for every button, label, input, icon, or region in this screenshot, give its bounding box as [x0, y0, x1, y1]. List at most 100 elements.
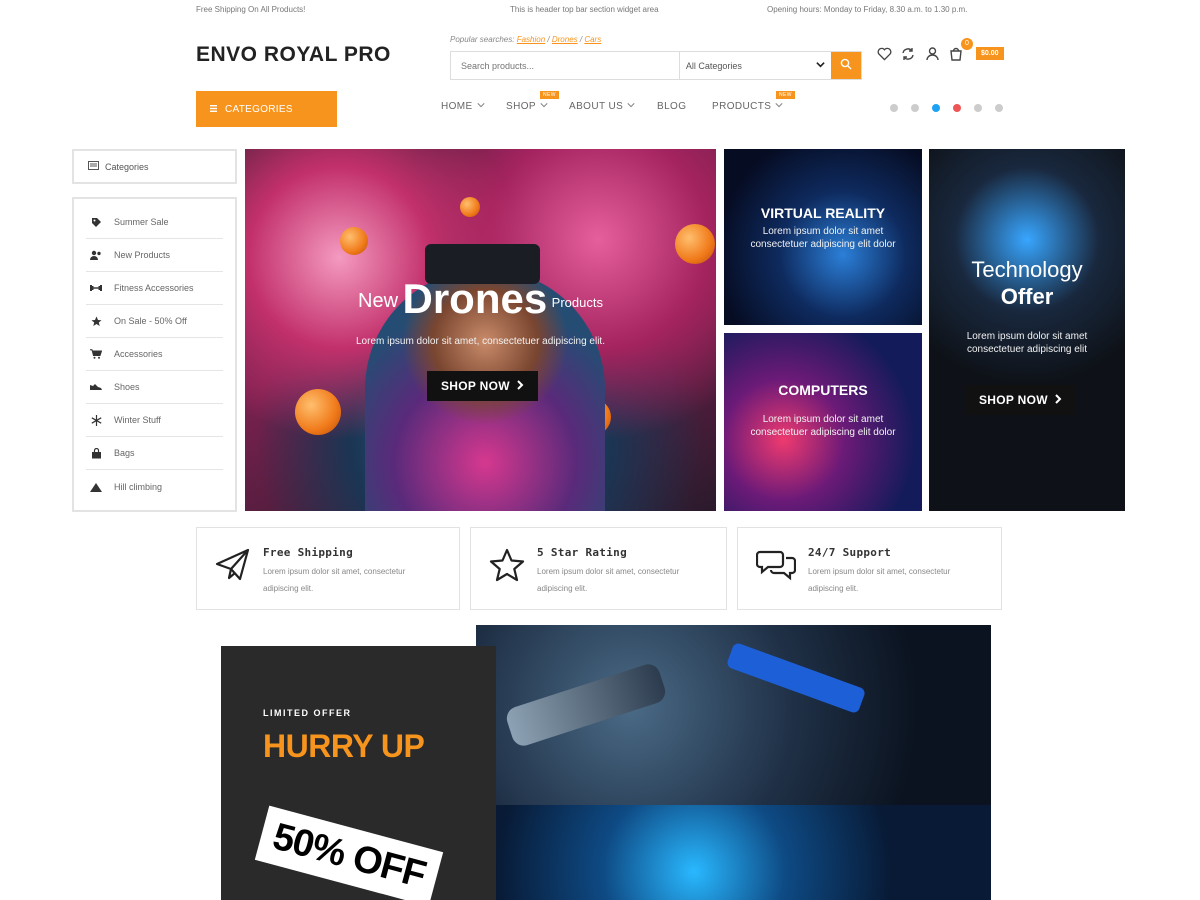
site-logo[interactable]: ENVO ROYAL PRO — [196, 43, 391, 67]
categories-button-label: CATEGORIES — [225, 103, 293, 115]
hero-shop-now-wrap: SHOP NOW — [427, 371, 538, 401]
feature-text: Lorem ipsum dolor sit amet, consectetur … — [537, 567, 680, 593]
nav-item-blog[interactable]: BLOG — [657, 101, 686, 112]
feature-5-star-rating: 5 Star Rating Lorem ipsum dolor sit amet… — [470, 527, 727, 610]
hurry-up-title: HURRY UP — [263, 728, 425, 764]
search-button[interactable] — [831, 52, 861, 79]
nav-item-products[interactable]: PRODUCTS NEW — [712, 91, 795, 112]
youtube-icon[interactable] — [953, 104, 961, 112]
nav-item-shop[interactable]: SHOP NEW — [506, 91, 559, 112]
dumbbell-icon — [90, 283, 102, 293]
users-icon — [90, 250, 102, 260]
sidebar-item-bags[interactable]: Bags — [86, 437, 223, 470]
sidebar-item-winter-stuff[interactable]: Winter Stuff — [86, 404, 223, 437]
sidebar-item-summer-sale[interactable]: Summer Sale — [86, 206, 223, 239]
tech-subtitle: Offer — [1000, 284, 1054, 309]
popular-link-cars[interactable]: Cars — [584, 35, 601, 44]
sidebar-header: Categories — [72, 149, 237, 184]
top-bar: Free Shipping On All Products! This is h… — [0, 0, 1200, 20]
popular-searches: Popular searches: Fashion / Drones / Car… — [450, 35, 602, 44]
shop-now-label: SHOP NOW — [979, 393, 1048, 407]
popular-link-drones[interactable]: Drones — [552, 35, 578, 44]
feature-title: Free Shipping — [263, 546, 353, 559]
cart-icon — [90, 349, 102, 359]
computers-promo-card[interactable]: COMPUTERS Lorem ipsum dolor sit amet con… — [724, 333, 922, 511]
chevron-right-icon — [1054, 393, 1062, 407]
decorative-orb — [340, 227, 368, 255]
categories-button[interactable]: CATEGORIES — [196, 91, 337, 127]
instagram-icon[interactable] — [974, 104, 982, 112]
sidebar-item-label: Hill climbing — [114, 481, 163, 492]
computers-text: Lorem ipsum dolor sit amet consectetuer … — [750, 414, 896, 438]
hero-banner[interactable]: New Drones Products Lorem ipsum dolor si… — [245, 149, 716, 511]
nav-item-label: PRODUCTS — [712, 101, 772, 112]
topbar-center-text: This is header top bar section widget ar… — [510, 5, 659, 14]
snowflake-icon — [90, 414, 102, 426]
chat-icon — [755, 548, 797, 587]
twitter-icon[interactable] — [932, 104, 940, 112]
sidebar-item-label: Accessories — [114, 349, 163, 359]
tech-promo-image-lower — [496, 805, 991, 900]
vr-title: VIRTUAL REALITY — [760, 205, 886, 221]
sidebar-item-on-sale[interactable]: On Sale - 50% Off — [86, 305, 223, 338]
chevron-down-icon — [627, 101, 635, 112]
sidebar-item-new-products[interactable]: New Products — [86, 239, 223, 272]
cart-total[interactable]: $0.00 — [976, 47, 1004, 60]
device-image — [725, 641, 867, 715]
sidebar-title: Categories — [105, 161, 149, 172]
header-icons — [876, 44, 964, 64]
device-image — [503, 661, 669, 749]
discount-badge: 50% OFF — [254, 805, 444, 900]
user-icon[interactable] — [924, 46, 940, 62]
technology-offer-card[interactable]: Technology Offer Lorem ipsum dolor sit a… — [929, 149, 1125, 511]
pinterest-icon[interactable] — [911, 104, 919, 112]
cart-icon[interactable] — [948, 46, 964, 62]
nav-item-label: HOME — [441, 101, 473, 112]
vr-text: Lorem ipsum dolor sit amet consectetuer … — [750, 226, 896, 250]
paper-plane-icon — [215, 548, 251, 587]
cart-count-badge: 0 — [961, 38, 973, 50]
sidebar-item-label: Fitness Accessories — [114, 283, 194, 293]
sidebar-item-label: Winter Stuff — [114, 415, 161, 425]
topbar-left-text: Free Shipping On All Products! — [196, 5, 306, 14]
shop-now-label: SHOP NOW — [441, 379, 510, 393]
tech-shop-now-button[interactable]: SHOP NOW — [965, 385, 1076, 415]
search-bar: All Categories — [450, 51, 862, 80]
linkedin-icon[interactable] — [995, 104, 1003, 112]
sidebar-category-list: Summer Sale New Products Fitness Accesso… — [72, 197, 237, 512]
hero-shop-now-button[interactable]: SHOP NOW — [427, 371, 538, 401]
chevron-down-icon — [816, 60, 825, 71]
decorative-orb — [675, 224, 715, 264]
popular-link-fashion[interactable]: Fashion — [517, 35, 545, 44]
chevron-down-icon — [477, 101, 485, 112]
hero-post-title: Products — [551, 295, 603, 310]
nav-item-home[interactable]: HOME — [441, 101, 485, 112]
popular-label: Popular searches: — [450, 35, 515, 44]
feature-text: Lorem ipsum dolor sit amet, consectetur … — [808, 567, 951, 593]
nav-item-label: BLOG — [657, 101, 687, 112]
chevron-down-icon — [540, 101, 548, 112]
list-icon — [88, 161, 99, 172]
sidebar-item-shoes[interactable]: Shoes — [86, 371, 223, 404]
feature-24-7-support: 24/7 Support Lorem ipsum dolor sit amet,… — [737, 527, 1002, 610]
sidebar-item-label: Summer Sale — [114, 217, 169, 227]
decorative-orb — [295, 389, 341, 435]
decorative-orb — [460, 197, 480, 217]
category-select[interactable]: All Categories — [680, 52, 831, 79]
nav-item-about-us[interactable]: ABOUT US — [569, 101, 635, 112]
topbar-right-text: Opening hours: Monday to Friday, 8.30 a.… — [767, 5, 968, 14]
social-links — [890, 104, 1003, 112]
vr-promo-card[interactable]: VIRTUAL REALITY Lorem ipsum dolor sit am… — [724, 149, 922, 325]
sidebar-item-hill-climbing[interactable]: Hill climbing — [86, 470, 223, 503]
search-input[interactable] — [451, 52, 680, 79]
chevron-right-icon — [516, 379, 524, 393]
compare-icon[interactable] — [900, 46, 916, 62]
sidebar-item-fitness-accessories[interactable]: Fitness Accessories — [86, 272, 223, 305]
dribbble-icon[interactable] — [890, 104, 898, 112]
category-select-value: All Categories — [685, 60, 742, 71]
computers-title: COMPUTERS — [778, 382, 868, 398]
hero-pre-title: New — [358, 290, 399, 312]
limited-offer-banner[interactable]: LIMITED OFFER HURRY UP 50% OFF — [221, 646, 496, 900]
heart-icon[interactable] — [876, 46, 892, 62]
sidebar-item-accessories[interactable]: Accessories — [86, 338, 223, 371]
